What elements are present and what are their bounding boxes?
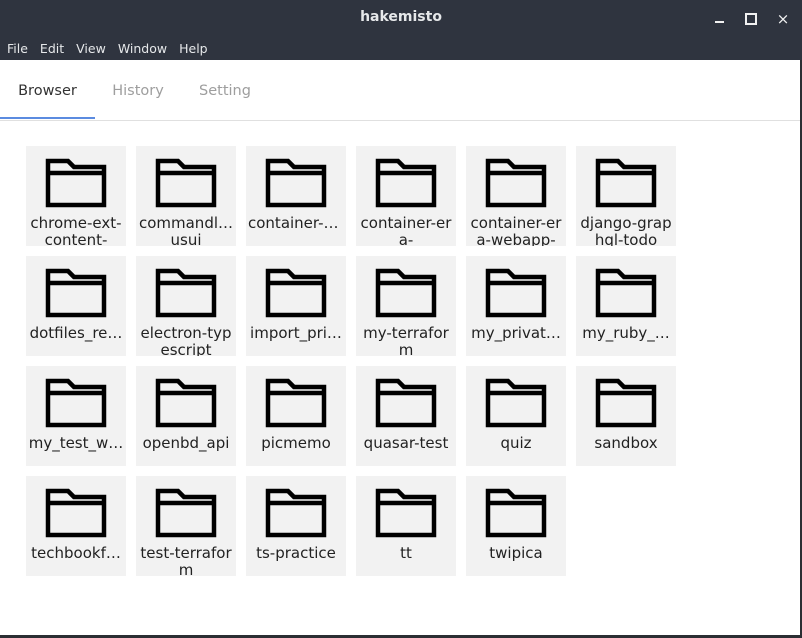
folder-item[interactable]: sandbox <box>576 366 676 466</box>
maximize-icon <box>745 13 757 25</box>
folder-name: quiz <box>500 435 532 452</box>
folder-item[interactable]: electron-typescript <box>136 256 236 356</box>
main-content: Browser History Setting chrome-ext-conte… <box>0 60 800 635</box>
folder-name: container-era-webapp- <box>470 214 562 247</box>
folder-item[interactable]: my_privat… <box>466 256 566 356</box>
folder-grid: chrome-ext-content-commandl…usui containe… <box>26 146 676 576</box>
folder-item[interactable]: django-graphql-todo <box>576 146 676 246</box>
tab-bar: Browser History Setting <box>0 60 800 121</box>
folder-item[interactable]: twipica <box>466 476 566 576</box>
folder-item[interactable]: commandl…usui <box>136 146 236 246</box>
folder-name: import_pri… <box>250 325 342 342</box>
folder-name: chrome-ext-content- <box>30 214 122 247</box>
folder-item[interactable]: test-terraform <box>136 476 236 576</box>
close-icon: × <box>776 10 790 28</box>
folder-name: tt <box>400 545 412 562</box>
folder-item[interactable]: my_ruby_… <box>576 256 676 356</box>
folder-item[interactable]: quiz <box>466 366 566 466</box>
folder-item[interactable]: my_test_w… <box>26 366 126 466</box>
folder-name: quasar-test <box>363 435 449 452</box>
close-button[interactable]: × <box>772 8 794 30</box>
folder-name: techbookf… <box>31 545 121 562</box>
folder-name: my-terraform <box>363 324 449 357</box>
title-bar: hakemisto × <box>0 0 802 37</box>
folder-name: my_ruby_… <box>582 325 670 342</box>
folder-item[interactable]: container-era- <box>356 146 456 246</box>
folder-item[interactable]: container-era <box>246 146 346 246</box>
tab-setting[interactable]: Setting <box>181 60 269 120</box>
folder-item[interactable]: openbd_api <box>136 366 236 466</box>
tab-history[interactable]: History <box>95 60 181 120</box>
folder-item[interactable]: chrome-ext-content- <box>26 146 126 246</box>
folder-name: dotfiles_re… <box>29 325 123 342</box>
folder-name: test-terraform <box>140 544 232 577</box>
folder-name: twipica <box>489 545 543 562</box>
folder-name: django-graphql-todo <box>580 214 672 247</box>
folder-name: ts-practice <box>256 545 336 562</box>
folder-item[interactable]: container-era-webapp- <box>466 146 566 246</box>
tab-browser[interactable]: Browser <box>0 60 95 120</box>
folder-name: picmemo <box>261 435 331 452</box>
folder-item[interactable]: ts-practice <box>246 476 346 576</box>
active-tab-indicator <box>0 117 95 119</box>
folder-name: my_test_w… <box>28 435 124 452</box>
folder-name: openbd_api <box>142 435 230 452</box>
folder-name: commandl…usui <box>138 214 234 247</box>
folder-item[interactable]: techbookf… <box>26 476 126 576</box>
menu-bar: File Edit View Window Help <box>0 37 802 60</box>
folder-name: my_privat… <box>471 325 561 342</box>
menu-view[interactable]: View <box>70 41 112 56</box>
minimize-button[interactable] <box>708 8 730 30</box>
window-title: hakemisto <box>360 9 442 25</box>
folder-item[interactable]: picmemo <box>246 366 346 466</box>
minimize-icon <box>714 21 724 23</box>
folder-item[interactable]: tt <box>356 476 456 576</box>
menu-window[interactable]: Window <box>112 41 173 56</box>
window-controls: × <box>708 8 794 30</box>
folder-name: container-era <box>248 215 346 232</box>
folder-item[interactable]: import_pri… <box>246 256 346 356</box>
folder-item[interactable]: my-terraform <box>356 256 456 356</box>
folder-name: electron-typescript <box>140 324 232 357</box>
menu-help[interactable]: Help <box>173 41 214 56</box>
menu-file[interactable]: File <box>0 41 34 56</box>
folder-item[interactable]: dotfiles_re… <box>26 256 126 356</box>
menu-edit[interactable]: Edit <box>34 41 70 56</box>
maximize-button[interactable] <box>740 8 762 30</box>
folder-name: sandbox <box>594 435 658 452</box>
folder-item[interactable]: quasar-test <box>356 366 456 466</box>
folder-name: container-era- <box>360 214 452 247</box>
